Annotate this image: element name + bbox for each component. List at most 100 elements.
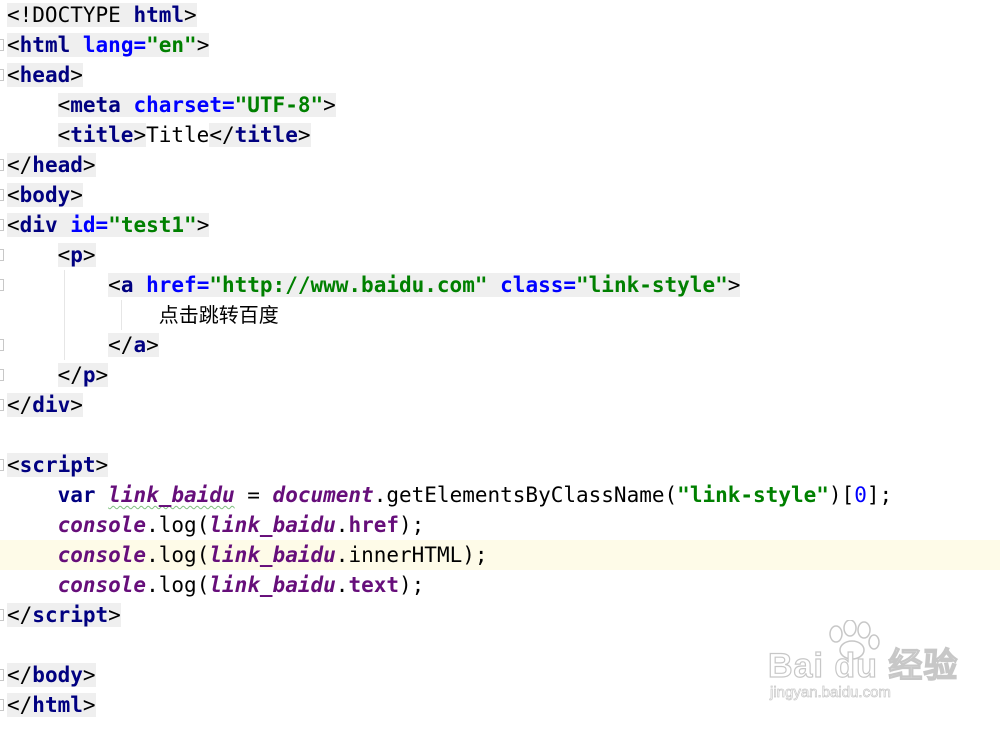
code-text: <div id="test1">: [7, 210, 210, 240]
code-line[interactable]: <body>: [0, 180, 1000, 210]
fold-marker-icon[interactable]: [0, 39, 4, 51]
code-token: log: [158, 573, 197, 597]
code-token: div: [19, 213, 58, 237]
code-token: .: [335, 513, 349, 537]
code-token: .: [146, 513, 159, 537]
code-token: >: [196, 213, 210, 237]
code-token: </: [7, 393, 33, 417]
code-text: </a>: [7, 330, 159, 360]
code-token: console: [57, 513, 147, 537]
code-line[interactable]: <a href="http://www.baidu.com" class="li…: [0, 270, 1000, 300]
code-token: script: [19, 453, 96, 477]
code-token: >: [70, 183, 83, 207]
code-token: body: [19, 183, 71, 207]
code-token: "link-style": [677, 483, 829, 507]
code-token: "test1": [108, 213, 197, 237]
code-token: >: [108, 603, 121, 627]
code-text: <meta charset="UTF-8">: [7, 90, 336, 120]
code-token: >: [297, 123, 311, 147]
code-token: =: [234, 483, 273, 507]
fold-marker-icon[interactable]: [0, 69, 4, 81]
code-token: </: [209, 123, 235, 147]
code-token: >: [196, 33, 210, 57]
fold-marker-icon[interactable]: [0, 459, 4, 471]
code-text: 点击跳转百度: [7, 300, 279, 330]
code-text: console.log(link_baidu.text);: [7, 570, 425, 600]
fold-marker-icon[interactable]: [0, 339, 4, 351]
code-line[interactable]: <p>: [0, 240, 1000, 270]
fold-marker-icon[interactable]: [0, 219, 4, 231]
indent-guide: [121, 300, 122, 330]
code-line[interactable]: </div>: [0, 390, 1000, 420]
code-token: class=: [500, 273, 577, 297]
code-line[interactable]: <head>: [0, 60, 1000, 90]
code-token: <!DOCTYPE: [7, 3, 134, 27]
code-token: var: [57, 483, 96, 507]
code-token: );: [399, 513, 425, 537]
code-token: >: [727, 273, 741, 297]
code-token: </: [7, 663, 33, 687]
code-token: )[: [828, 483, 855, 507]
fold-marker-icon[interactable]: [0, 249, 4, 261]
code-token: >: [82, 693, 96, 717]
code-token: console: [57, 573, 147, 597]
fold-marker-icon[interactable]: [0, 279, 4, 291]
code-line[interactable]: </head>: [0, 150, 1000, 180]
code-token: );: [399, 573, 425, 597]
code-line[interactable]: <title>Title</title>: [0, 120, 1000, 150]
code-token: .: [335, 543, 349, 567]
code-token: <: [7, 33, 20, 57]
fold-marker-icon[interactable]: [0, 369, 4, 381]
code-line[interactable]: </p>: [0, 360, 1000, 390]
fold-marker-icon[interactable]: [0, 189, 4, 201]
code-token: div: [32, 393, 71, 417]
code-token: link_baidu: [209, 543, 336, 567]
fold-marker-icon[interactable]: [0, 699, 4, 711]
fold-marker-icon[interactable]: [0, 609, 4, 621]
code-token: ];: [866, 483, 893, 507]
code-text: console.log(link_baidu.innerHTML);: [7, 540, 488, 570]
code-token: body: [32, 663, 83, 687]
code-line[interactable]: console.log(link_baidu.href);: [0, 510, 1000, 540]
code-line[interactable]: <!DOCTYPE html>: [0, 0, 1000, 30]
code-line[interactable]: <meta charset="UTF-8">: [0, 90, 1000, 120]
fold-marker-icon[interactable]: [0, 399, 4, 411]
code-token: html: [32, 693, 83, 717]
code-text: <html lang="en">: [7, 30, 210, 60]
code-token: href: [348, 513, 400, 537]
code-token: </: [108, 333, 134, 357]
code-text: </div>: [7, 390, 83, 420]
code-token: title: [234, 123, 298, 147]
code-editor[interactable]: <!DOCTYPE html> <html lang="en"> <head> <m…: [0, 0, 1000, 729]
code-token: p: [70, 243, 83, 267]
code-line[interactable]: console.log(link_baidu.innerHTML);: [0, 540, 1000, 570]
code-text: console.log(link_baidu.href);: [7, 510, 425, 540]
code-token: >: [82, 153, 96, 177]
code-token: title: [70, 123, 134, 147]
fold-marker-icon[interactable]: [0, 159, 4, 171]
code-token: [487, 273, 501, 297]
code-line[interactable]: var link_baidu = document.getElementsByC…: [0, 480, 1000, 510]
code-token: "UTF-8": [234, 93, 324, 117]
code-token: <: [7, 183, 20, 207]
code-line[interactable]: <script>: [0, 450, 1000, 480]
code-token: Title: [146, 123, 210, 147]
code-token: a: [120, 273, 134, 297]
code-line[interactable]: <div id="test1">: [0, 210, 1000, 240]
code-line[interactable]: console.log(link_baidu.text);: [0, 570, 1000, 600]
fold-marker-icon[interactable]: [0, 669, 4, 681]
code-line[interactable]: </a>: [0, 330, 1000, 360]
code-token: meta: [70, 93, 121, 117]
code-token: [120, 93, 134, 117]
code-line[interactable]: 点击跳转百度: [0, 300, 1000, 330]
code-line[interactable]: <html lang="en">: [0, 30, 1000, 60]
code-text: <a href="http://www.baidu.com" class="li…: [7, 270, 741, 300]
code-token: href=: [146, 273, 210, 297]
code-line[interactable]: [0, 420, 1000, 450]
code-token: script: [32, 603, 109, 627]
code-text: </html>: [7, 690, 96, 720]
